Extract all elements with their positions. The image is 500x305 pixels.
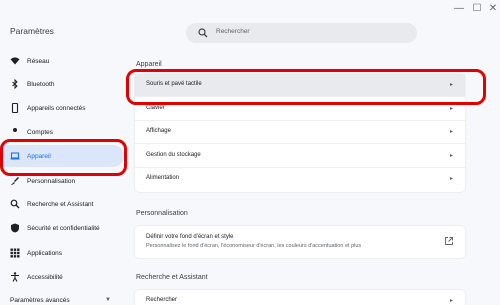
section-title-personalization: Personnalisation xyxy=(136,210,188,217)
sidebar: Réseau Bluetooth Appareils connectés Com… xyxy=(0,50,128,305)
row-mouse-touchpad[interactable]: Souris et pavé tactile ▸ xyxy=(135,74,465,97)
row-display[interactable]: Affichage ▸ xyxy=(135,121,465,144)
arrow-right-icon: ▸ xyxy=(449,129,453,135)
laptop-icon xyxy=(10,152,20,160)
sidebar-item-label: Appareil xyxy=(27,152,51,160)
sidebar-item-label: Paramètres avancés xyxy=(10,296,70,304)
sidebar-item-search-assistant[interactable]: Recherche et Assistant xyxy=(0,193,124,215)
search-icon xyxy=(198,28,208,38)
search-assistant-card: Rechercher ▸ xyxy=(135,290,465,305)
main-content: Appareil Souris et pavé tactile ▸ Clavie… xyxy=(128,50,488,305)
sidebar-item-label: Recherche et Assistant xyxy=(27,200,94,208)
external-link-icon xyxy=(445,237,453,245)
row-wallpaper-style[interactable]: Définir votre fond d'écran et style Pers… xyxy=(135,226,465,258)
sidebar-item-label: Comptes xyxy=(27,128,54,136)
phone-icon xyxy=(11,103,19,113)
sidebar-item-label: Bluetooth xyxy=(27,80,55,88)
bluetooth-icon xyxy=(12,79,18,89)
search-bar[interactable]: Rechercher xyxy=(186,23,417,43)
sidebar-item-applications[interactable]: Applications xyxy=(0,242,124,264)
chevron-down-icon: ▼ xyxy=(105,297,111,303)
row-label: Rechercher xyxy=(146,297,178,303)
brush-icon xyxy=(11,177,19,185)
maximize-button[interactable]: ☐ xyxy=(470,2,484,14)
arrow-right-icon: ▸ xyxy=(449,82,453,88)
close-button[interactable]: ✕ xyxy=(486,2,500,14)
sidebar-item-label: Sécurité et confidentialité xyxy=(27,224,100,232)
row-label: Gestion du stockage xyxy=(146,152,201,158)
search-input[interactable]: Rechercher xyxy=(216,28,250,35)
sidebar-item-device[interactable]: Appareil xyxy=(0,145,124,167)
search-icon xyxy=(10,199,20,209)
sidebar-item-accessibility[interactable]: Accessibilité xyxy=(0,266,124,288)
window-titlebar: — ☐ ✕ xyxy=(0,0,500,18)
row-keyboard[interactable]: Clavier ▸ xyxy=(135,98,465,121)
row-label: Souris et pavé tactile xyxy=(146,81,202,87)
personalization-card: Définir votre fond d'écran et style Pers… xyxy=(135,226,465,258)
sidebar-item-bluetooth[interactable]: Bluetooth xyxy=(0,73,124,95)
wifi-icon xyxy=(10,57,20,65)
sidebar-item-label: Personnalisation xyxy=(27,177,76,185)
person-icon xyxy=(13,128,17,132)
row-label: Clavier xyxy=(146,105,165,111)
header: Paramètres Rechercher xyxy=(0,18,500,50)
sidebar-item-network[interactable]: Réseau xyxy=(0,50,124,72)
row-title: Définir votre fond d'écran et style xyxy=(146,234,234,240)
sidebar-item-connected-devices[interactable]: Appareils connectés xyxy=(0,97,124,119)
sidebar-item-label: Appareils connectés xyxy=(27,104,86,112)
arrow-right-icon: ▸ xyxy=(449,298,453,304)
sidebar-item-advanced-settings[interactable]: Paramètres avancés ▼ xyxy=(0,289,124,305)
row-description: Personnalisez le fond d'écran, l'économi… xyxy=(146,243,362,249)
arrow-right-icon: ▸ xyxy=(449,106,453,112)
arrow-right-icon: ▸ xyxy=(449,153,453,159)
accessibility-icon xyxy=(11,272,19,282)
shield-icon xyxy=(11,223,19,233)
sidebar-item-label: Accessibilité xyxy=(27,273,63,281)
row-search[interactable]: Rechercher ▸ xyxy=(135,290,465,305)
section-title-device: Appareil xyxy=(136,61,162,68)
arrow-right-icon: ▸ xyxy=(449,176,453,182)
row-power[interactable]: Alimentation ▸ xyxy=(135,168,465,191)
app-title: Paramètres xyxy=(10,26,54,36)
row-label: Affichage xyxy=(146,128,171,134)
row-label: Alimentation xyxy=(146,175,180,181)
sidebar-item-personalization[interactable]: Personnalisation xyxy=(0,170,124,192)
minimize-button[interactable]: — xyxy=(452,2,466,14)
apps-grid-icon xyxy=(10,248,20,258)
device-card: Souris et pavé tactile ▸ Clavier ▸ Affic… xyxy=(135,74,465,192)
sidebar-item-label: Applications xyxy=(27,249,63,257)
sidebar-item-label: Réseau xyxy=(27,57,50,65)
section-title-search-assistant: Recherche et Assistant xyxy=(136,274,208,281)
sidebar-item-accounts[interactable]: Comptes xyxy=(0,121,124,143)
row-storage-management[interactable]: Gestion du stockage ▸ xyxy=(135,145,465,168)
sidebar-item-security-privacy[interactable]: Sécurité et confidentialité xyxy=(0,217,124,239)
